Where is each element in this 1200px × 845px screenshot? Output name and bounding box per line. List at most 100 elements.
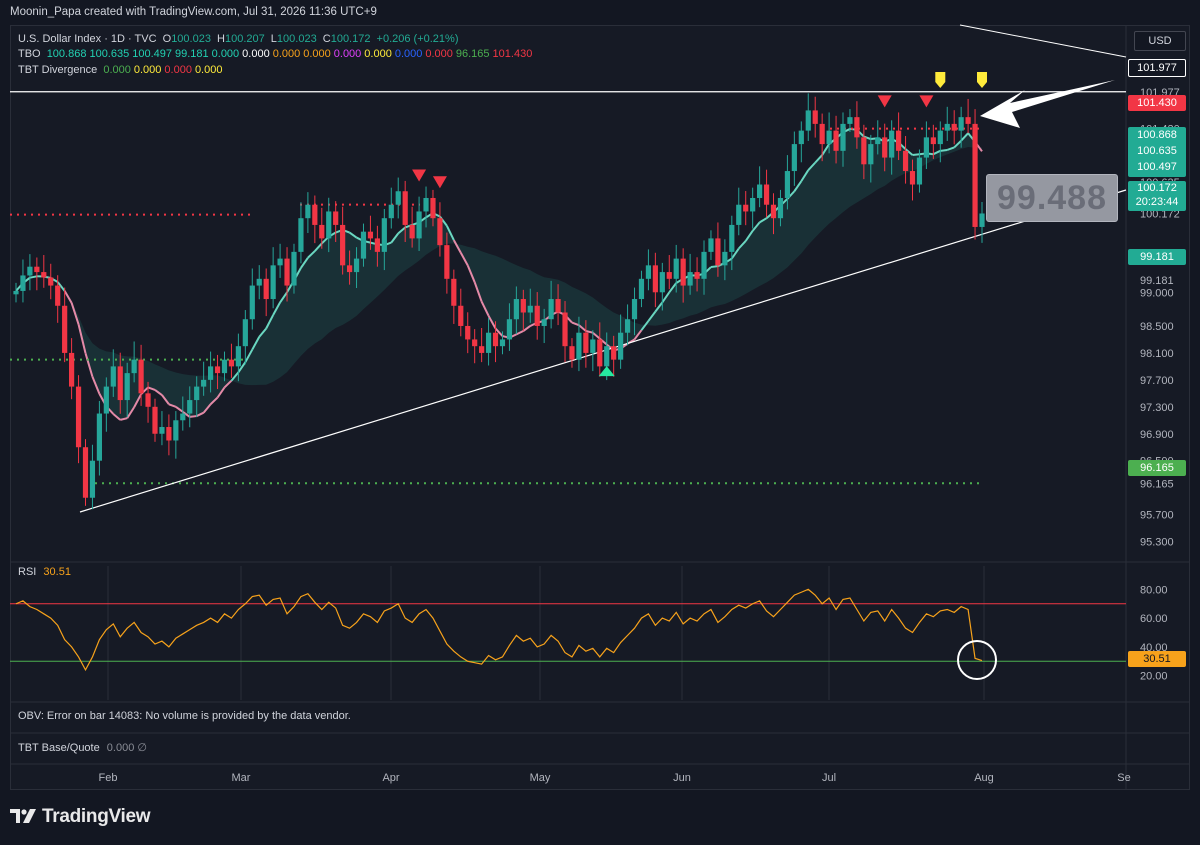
candle-body [916, 157, 923, 185]
symbol-title[interactable]: U.S. Dollar Index · 1D · TVC [18, 33, 157, 45]
rsi-axis-tick: 20.00 [1140, 671, 1168, 683]
tbo-value-0: 100.868 [46, 48, 87, 60]
candle-body [221, 359, 228, 374]
price-axis-tick: 95.300 [1140, 537, 1174, 549]
candle-body [319, 224, 325, 239]
candle-body [180, 413, 186, 421]
time-axis-label: May [530, 772, 551, 784]
candle-body [284, 258, 290, 286]
candle-body [124, 373, 130, 401]
buy-signal-marker [598, 366, 615, 377]
candle-body [590, 339, 596, 353]
tbo-value-9: 0.000 [364, 48, 392, 60]
candle-body [506, 319, 513, 340]
candle-body [757, 184, 763, 198]
candle-body [89, 460, 96, 498]
tradingview-logo-icon [10, 809, 36, 823]
candle-body [618, 332, 624, 360]
symbol-legend: U.S. Dollar Index · 1D · TVC O100.023 H1… [18, 33, 461, 45]
candle-body [430, 197, 436, 219]
rsi-axis-tick: 80.00 [1140, 584, 1168, 596]
divergence-legend[interactable]: TBT Divergence 0.000 0.000 0.000 0.000 [18, 64, 225, 76]
tbo-name: TBO [18, 48, 41, 60]
tbt-base-quote-name: TBT Base/Quote [18, 742, 100, 754]
candle-body [263, 278, 269, 300]
candle-body [527, 305, 533, 313]
candle-body [889, 130, 895, 158]
tbo-fast-line [189, 415, 197, 418]
tbo-legend[interactable]: TBO 100.868 100.635 100.497 99.181 0.000 0.00… [18, 48, 535, 60]
candle-body [20, 275, 26, 291]
candle-body [346, 265, 353, 273]
candle-body [249, 285, 255, 320]
candle-body [951, 123, 957, 131]
divergence-value-1: 0.000 [133, 64, 162, 76]
candle-body [638, 278, 645, 300]
candle-body [458, 305, 464, 326]
candle-body [277, 258, 283, 266]
candle-body [312, 204, 318, 225]
sell-signal-marker [432, 176, 447, 189]
candle-body [298, 218, 304, 252]
candle-body [228, 359, 235, 367]
time-axis-label: Jun [673, 772, 691, 784]
candle-body [652, 265, 658, 293]
candle-body [854, 117, 860, 138]
rsi-name: RSI [18, 566, 37, 578]
candle-body [770, 204, 777, 219]
candle-body [409, 224, 415, 239]
price-axis-tick: 99.000 [1140, 287, 1174, 299]
annotation-arrow [980, 80, 1115, 128]
candle-body [944, 123, 950, 131]
time-axis-label: Aug [974, 772, 994, 784]
candle-body [555, 299, 561, 313]
candle-body [34, 266, 40, 273]
candle-body [340, 224, 346, 266]
candle-body [437, 218, 443, 246]
candle-body [701, 251, 707, 279]
candle-body [444, 245, 450, 279]
tbo-value-4: 0.000 [211, 48, 240, 60]
candle-body [784, 171, 791, 198]
tradingview-logo: TradingView [10, 806, 151, 828]
candle-body [937, 130, 943, 145]
divergence-value-2: 0.000 [164, 64, 192, 76]
rsi-value: 30.51 [43, 566, 71, 578]
rsi-legend[interactable]: RSI 30.51 [18, 566, 71, 578]
candle-body [645, 265, 652, 279]
candle-body [145, 393, 151, 407]
currency-button[interactable]: USD [1134, 31, 1186, 51]
candle-body [791, 144, 797, 172]
sell-signal-marker [919, 95, 934, 108]
candle-body [902, 150, 909, 172]
annotation-price-label[interactable]: 99.488 [986, 174, 1118, 222]
candle-body [13, 290, 19, 295]
price-tag-resistance: 101.977 [1128, 59, 1186, 77]
candle-body [965, 117, 971, 124]
candle-body [166, 427, 172, 441]
price-tag-tbo-base: 99.181 [1128, 249, 1186, 265]
candle-body [388, 204, 394, 219]
tbt-base-quote-legend[interactable]: TBT Base/Quote 0.000 ∅ [18, 741, 147, 754]
candle-body [624, 319, 631, 333]
candle-body [41, 272, 47, 278]
candle-body [666, 272, 672, 279]
price-tag-tbo-slow: 100.497 [1137, 161, 1177, 173]
ohlc-c-value: 100.172 [330, 33, 371, 45]
tbo-value-7: 0.000 [303, 48, 331, 60]
tbo-price-tags: 100.868 100.635 100.497 [1128, 127, 1186, 177]
candle-body [194, 386, 200, 401]
candle-body [270, 265, 276, 300]
candle-body [492, 332, 499, 347]
candle-body [110, 366, 116, 387]
price-tag-red-level: 101.430 [1128, 95, 1186, 111]
candle-body [485, 332, 492, 353]
rsi-circle-annotation [957, 640, 997, 680]
ohlc-c-label: C [322, 33, 331, 45]
candle-body [62, 305, 68, 353]
tbo-fast-line [912, 153, 920, 157]
price-axis-tick: 97.300 [1140, 402, 1174, 414]
tbo-value-5: 0.000 [242, 48, 270, 60]
ohlc-h-label: H [217, 33, 225, 45]
candle-body [367, 231, 374, 239]
